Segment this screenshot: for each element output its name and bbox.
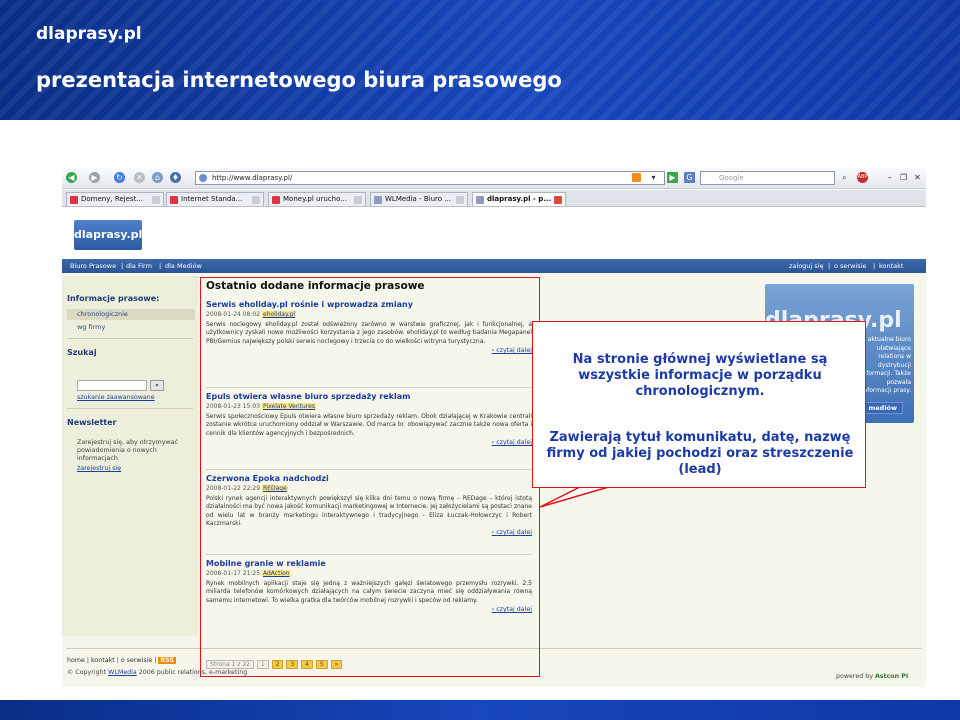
search-placeholder: Google — [719, 174, 744, 182]
newsletter-register-link[interactable]: zarejestruj się — [77, 465, 121, 472]
sidebar-heading-newsletter: Newsletter — [67, 418, 117, 427]
sidebar-item-chronologicznie[interactable]: chronologicznie — [67, 309, 195, 320]
annotation-callout: Na stronie głównej wyświetlane są wszyst… — [532, 321, 866, 488]
favicon-icon — [476, 196, 484, 204]
nav-dla-firm[interactable]: dla Firm — [126, 259, 152, 273]
advanced-search-link[interactable]: szukanie zaawansowane — [77, 394, 155, 401]
banner-text: aktualne biuro ułatwiające relations w d… — [860, 336, 911, 394]
divider — [67, 408, 193, 409]
footer-rss-link[interactable]: RSS — [158, 657, 176, 664]
close-icon[interactable]: ✕ — [912, 172, 923, 183]
nav-dla-mediow[interactable]: dla Mediów — [165, 259, 202, 273]
owner-link[interactable]: WLMedia — [108, 669, 137, 676]
footer-home-link[interactable]: home — [67, 657, 85, 664]
divider — [67, 338, 193, 339]
brand-band: dlaprasy.pl — [62, 208, 926, 259]
nav-divider: | — [828, 262, 831, 270]
footer-o-serwisie-link[interactable]: o serwisie — [121, 657, 152, 664]
slide-footer-bar — [0, 700, 960, 720]
nav-zaloguj[interactable]: zaloguj się — [789, 259, 824, 273]
site-name: dlaprasy.pl — [36, 24, 142, 44]
address-bar[interactable]: http://www.dlaprasy.pl/ — [195, 171, 665, 185]
tab-internet-standard[interactable]: Internet Standa... — [166, 192, 264, 206]
reload-icon[interactable]: ↻ — [114, 172, 125, 183]
globe-icon — [199, 174, 207, 182]
tab-close-icon[interactable] — [252, 196, 260, 204]
powered-by: powered by Astcon PI — [836, 673, 909, 680]
favicon-icon — [70, 196, 78, 204]
sidebar-heading-info: Informacje prasowe: — [67, 294, 160, 303]
footer-kontakt-link[interactable]: kontakt — [91, 657, 115, 664]
slide-header: dlaprasy.pl prezentacja internetowego bi… — [0, 0, 960, 120]
restore-icon[interactable]: ❐ — [898, 172, 909, 183]
nav-o-serwisie[interactable]: o serwisie — [834, 259, 866, 273]
tab-close-icon[interactable] — [554, 196, 562, 204]
slide: dlaprasy.pl prezentacja internetowego bi… — [0, 0, 960, 720]
nav-divider: | — [873, 262, 876, 270]
favicon-icon — [272, 196, 280, 204]
nav-biuro-prasowe[interactable]: Biuro Prasowe — [70, 259, 116, 273]
nav-divider: | — [159, 262, 162, 270]
site-search-button[interactable]: » — [150, 380, 164, 391]
browser-toolbar: ◀ ▶ ↻ ✕ ⌂ ♦ http://www.dlaprasy.pl/ ▾ ▶ … — [62, 168, 926, 189]
home-icon[interactable]: ⌂ — [152, 172, 163, 183]
adblock-icon[interactable]: ABP — [857, 172, 868, 183]
sidebar-item-wg-firmy[interactable]: wg firmy — [67, 322, 195, 333]
tab-domeny[interactable]: Domeny, Rejest... — [66, 192, 164, 206]
favicon-icon — [170, 196, 178, 204]
newsletter-text: Zarejestruj się, aby otrzymywać powiadom… — [77, 439, 178, 462]
dropdown-icon[interactable]: ▾ — [648, 172, 659, 183]
astcon-link[interactable]: Astcon PI — [875, 673, 908, 680]
tab-dlaprasy[interactable]: dlaprasy.pl - p... — [472, 192, 566, 206]
tab-close-icon[interactable] — [354, 196, 362, 204]
addon-icon[interactable]: ♦ — [170, 172, 181, 183]
nav-divider: | — [121, 262, 124, 270]
highlight-frame — [200, 277, 540, 677]
sidebar-heading-search: Szukaj — [67, 348, 97, 357]
sidebar: Informacje prasowe: chronologicznie wg f… — [62, 276, 198, 636]
tab-money[interactable]: Money.pl urucho... — [268, 192, 366, 206]
site-logo[interactable]: dlaprasy.pl — [74, 220, 142, 250]
search-icon[interactable]: ⌕ — [839, 172, 850, 183]
callout-text-1: Na stronie głównej wyświetlane są wszyst… — [572, 352, 828, 399]
footer-links: home | kontakt | o serwisie | RSS — [67, 657, 176, 664]
tab-wlmedia[interactable]: WLMedia - Biuro ... — [370, 192, 468, 206]
tab-close-icon[interactable] — [152, 196, 160, 204]
nav-kontakt[interactable]: kontakt — [879, 259, 903, 273]
site-search-input[interactable] — [77, 380, 147, 391]
callout-text-2: Zawierają tytuł komunikatu, datę, nazwę … — [546, 430, 854, 477]
search-engine-icon[interactable]: G — [684, 172, 695, 183]
favicon-icon — [374, 196, 382, 204]
rss-icon[interactable] — [632, 173, 641, 182]
search-input[interactable]: Google — [700, 171, 835, 185]
back-icon[interactable]: ◀ — [66, 172, 77, 183]
stop-icon[interactable]: ✕ — [134, 172, 145, 183]
go-icon[interactable]: ▶ — [667, 172, 678, 183]
minimize-icon[interactable]: – — [884, 172, 895, 183]
main-nav: Biuro Prasowe | dla Firm | dla Mediów za… — [62, 259, 926, 273]
slide-title: prezentacja internetowego biura prasoweg… — [36, 68, 562, 92]
forward-icon[interactable]: ▶ — [89, 172, 100, 183]
tab-close-icon[interactable] — [456, 196, 464, 204]
url-text: http://www.dlaprasy.pl/ — [212, 174, 293, 182]
tab-bar: Domeny, Rejest... Internet Standa... Mon… — [62, 190, 926, 207]
